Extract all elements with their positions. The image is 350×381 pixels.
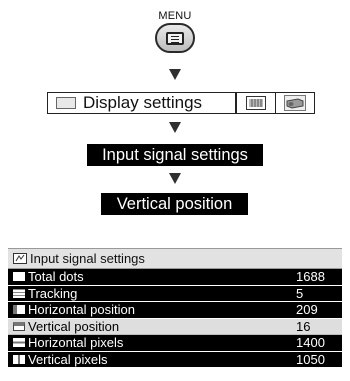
- menu-list-icon: [166, 31, 184, 45]
- horizontal-pixels-icon: [13, 338, 25, 348]
- display-settings-label: Display settings: [83, 93, 203, 112]
- row-vertical-pixels[interactable]: Vertical pixels 1050: [8, 351, 342, 368]
- row-vertical-position[interactable]: Vertical position 16: [8, 318, 342, 335]
- display-settings-tab[interactable]: Display settings: [48, 93, 236, 113]
- image-tab-icon: [246, 96, 266, 110]
- row-name: Vertical position: [28, 318, 120, 334]
- vertical-pixels-icon: [13, 354, 25, 364]
- row-value: 1688: [296, 269, 325, 285]
- vertical-position-step: Vertical position: [101, 193, 248, 215]
- menu-button[interactable]: [155, 23, 195, 53]
- row-horizontal-pixels[interactable]: Horizontal pixels 1400: [8, 335, 342, 352]
- input-signal-icon: [13, 253, 27, 264]
- row-value: 209: [296, 302, 318, 318]
- panel-title: Input signal settings: [30, 251, 145, 266]
- row-name: Total dots: [28, 269, 84, 285]
- panel-header: Input signal settings: [8, 249, 342, 269]
- row-name: Horizontal pixels: [28, 335, 124, 351]
- down-arrow-icon: [169, 173, 181, 184]
- input-signal-settings-panel: Input signal settings Total dots 1688 Tr…: [8, 248, 342, 368]
- tracking-icon: [13, 288, 25, 298]
- row-value: 16: [296, 318, 311, 334]
- row-name: Horizontal position: [28, 302, 135, 318]
- row-name: Vertical pixels: [28, 351, 108, 367]
- vertical-position-icon: [13, 321, 25, 331]
- row-horizontal-position[interactable]: Horizontal position 209: [8, 302, 342, 319]
- horizontal-position-icon: [13, 305, 25, 315]
- projector-tab-icon: [284, 95, 306, 111]
- display-settings-bar[interactable]: Display settings: [47, 92, 315, 114]
- down-arrow-icon: [169, 122, 181, 133]
- row-value: 5: [296, 285, 304, 301]
- row-value: 1400: [296, 335, 325, 351]
- row-name: Tracking: [28, 285, 78, 301]
- total-dots-icon: [13, 272, 25, 282]
- down-arrow-icon: [169, 69, 181, 80]
- row-tracking[interactable]: Tracking 5: [8, 285, 342, 302]
- row-total-dots[interactable]: Total dots 1688: [8, 269, 342, 286]
- menu-label: MENU: [158, 10, 192, 22]
- input-signal-settings-step: Input signal settings: [87, 144, 263, 166]
- projector-tab[interactable]: [275, 93, 314, 113]
- display-icon: [56, 97, 76, 109]
- row-value: 1050: [296, 351, 325, 367]
- image-tab[interactable]: [236, 93, 275, 113]
